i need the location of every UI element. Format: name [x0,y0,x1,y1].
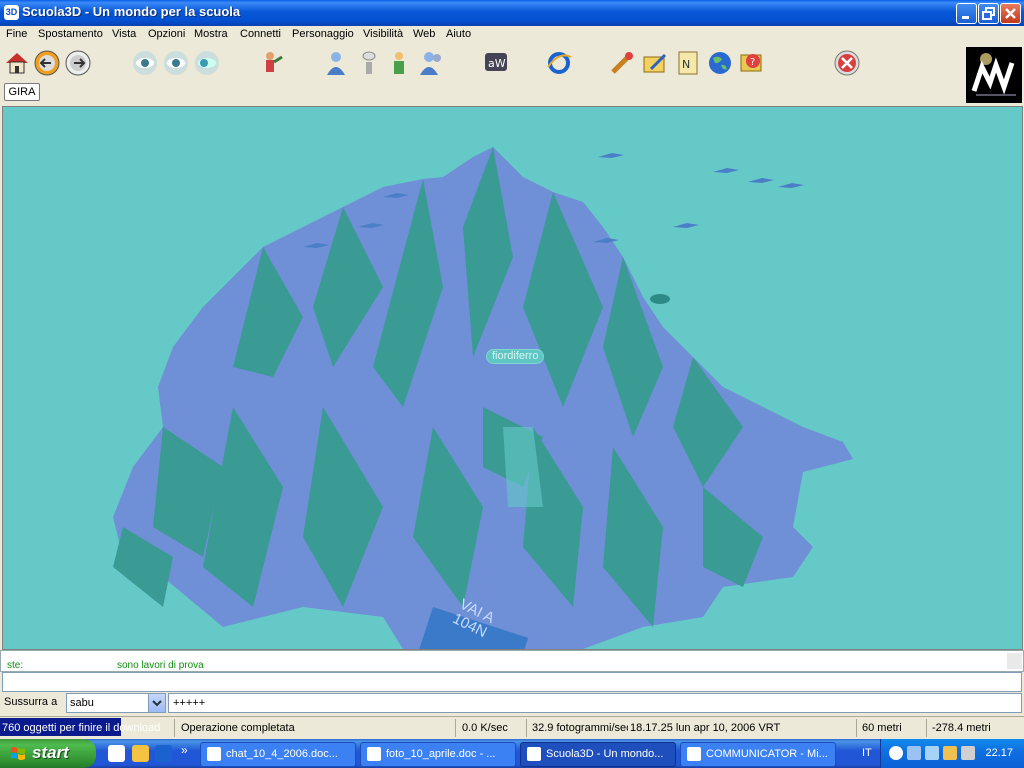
back-icon[interactable] [33,49,61,77]
task-label: COMMUNICATOR - Mi... [706,748,828,760]
communicator-icon [687,747,701,761]
restore-button[interactable] [978,3,999,24]
3d-viewport[interactable]: fiordiferro VAI A 104N [2,106,1023,650]
task-label: Scuola3D - Un mondo... [546,748,664,760]
taskbar-task-foto-doc[interactable]: foto_10_aprile.doc - ... [360,742,516,767]
status-altitude: 60 metri [862,722,902,734]
start-button[interactable]: start [0,739,96,768]
eye-icon[interactable] [193,49,221,77]
scuola3d-icon [527,747,541,761]
panda-icon[interactable] [108,745,125,762]
svg-text:?: ? [750,57,755,68]
status-divider [455,719,456,737]
forward-icon[interactable] [64,49,92,77]
status-divider [526,719,527,737]
status-speed: 0.0 K/sec [462,722,508,734]
chat-scrollbar[interactable] [1007,653,1022,669]
app-icon: 3D [4,5,19,20]
status-divider [174,719,175,737]
eye-icon[interactable] [131,49,159,77]
chevron-left-icon[interactable] [889,746,903,760]
network-icon[interactable] [925,746,939,760]
task-label: chat_10_4_2006.doc... [226,748,338,760]
status-operation: Operazione completata [181,722,295,734]
home-icon[interactable] [3,49,31,77]
chevron-down-icon[interactable] [148,694,165,712]
whisper-label: Sussurra a [4,696,58,708]
status-divider [926,719,927,737]
internet-explorer-icon[interactable] [545,49,573,77]
gira-button[interactable]: GIRA [4,83,40,101]
windows-logo-icon [11,747,25,760]
window-title: Scuola3D - Un mondo per la scuola [22,4,241,19]
svg-text:N: N [682,58,690,71]
whisper-recipient-value: sabu [70,697,94,709]
chevron-right-icon[interactable]: » [181,743,188,757]
notes-icon[interactable]: N [674,49,702,77]
edit-icon[interactable] [641,49,669,77]
menu-bar: Fine Spostamento Vista Opzioni Mostra Co… [0,26,1024,45]
status-bar: 760 oggetti per finire il download Opera… [0,716,1024,739]
svg-text:aW: aW [488,57,506,70]
system-tray: 22.17 [880,739,1024,768]
chat-message: sono lavori di prova [117,660,204,671]
close-button[interactable] [1000,3,1021,24]
user-icon[interactable] [385,49,413,77]
tools-icon[interactable] [943,746,957,760]
monitor-icon[interactable] [961,746,975,760]
aw-icon[interactable]: aW [482,49,510,77]
download-progress: 760 oggetti per finire il download [0,718,160,736]
menu-mostra[interactable]: Mostra [194,28,228,40]
stop-icon[interactable] [833,49,861,77]
whisper-message-value: +++++ [173,697,206,709]
whisper-recipient-select[interactable]: sabu [66,693,166,713]
globe-icon[interactable] [706,49,734,77]
eye-icon[interactable] [162,49,190,77]
taskbar: start » chat_10_4_2006.doc... foto_10_ap… [0,739,1024,768]
menu-opzioni[interactable]: Opzioni [148,28,185,40]
status-divider [856,719,857,737]
chat-log[interactable]: ste: sono lavori di prova [0,650,1024,672]
menu-visibilita[interactable]: Visibilità [363,28,403,40]
menu-spostamento[interactable]: Spostamento [38,28,103,40]
menu-personaggio[interactable]: Personaggio [292,28,354,40]
status-fps: 32.9 fotogrammi/sec [532,722,628,734]
title-bar: 3D Scuola3D - Un mondo per la scuola [0,0,1024,26]
whisper-bar: Sussurra a sabu +++++ [0,692,1024,714]
media-player-icon[interactable] [132,745,149,762]
menu-aiuto[interactable]: Aiuto [446,28,471,40]
minimize-button[interactable] [956,3,977,24]
taskbar-task-chat-doc[interactable]: chat_10_4_2006.doc... [200,742,356,767]
menu-fine[interactable]: Fine [6,28,27,40]
status-position: -278.4 metri [932,722,991,734]
download-progress-text: 760 oggetti per finire il download [2,722,161,734]
taskbar-task-communicator[interactable]: COMMUNICATOR - Mi... [680,742,836,767]
users-icon[interactable] [418,49,446,77]
language-indicator[interactable]: IT [862,747,872,759]
network-icon[interactable] [907,746,921,760]
clock: 22.17 [985,747,1013,759]
whisper-message-input[interactable]: +++++ [168,693,1022,713]
avatar-name-label: fiordiferro [486,349,545,364]
app-logo [966,47,1022,103]
chat-input[interactable] [2,672,1022,692]
word-icon [367,747,381,761]
chat-nick: ste: [7,660,24,671]
avatar-icon[interactable] [322,49,350,77]
help-icon[interactable]: ? [738,49,766,77]
taskbar-task-scuola3d[interactable]: Scuola3D - Un mondo... [520,742,676,767]
gesture-icon[interactable] [258,49,286,77]
menu-web[interactable]: Web [413,28,435,40]
word-icon [207,747,221,761]
status-datetime: 18.17.25 lun apr 10, 2006 VRT [630,722,781,734]
menu-connetti[interactable]: Connetti [240,28,281,40]
tools-icon[interactable] [608,49,636,77]
internet-explorer-icon[interactable] [155,745,172,762]
menu-vista[interactable]: Vista [112,28,136,40]
start-label: start [32,743,69,762]
toolbar: aW N ? [0,45,1024,103]
terrain-scene [113,147,853,649]
visibility-icon[interactable] [355,49,383,77]
task-label: foto_10_aprile.doc - ... [386,748,496,760]
